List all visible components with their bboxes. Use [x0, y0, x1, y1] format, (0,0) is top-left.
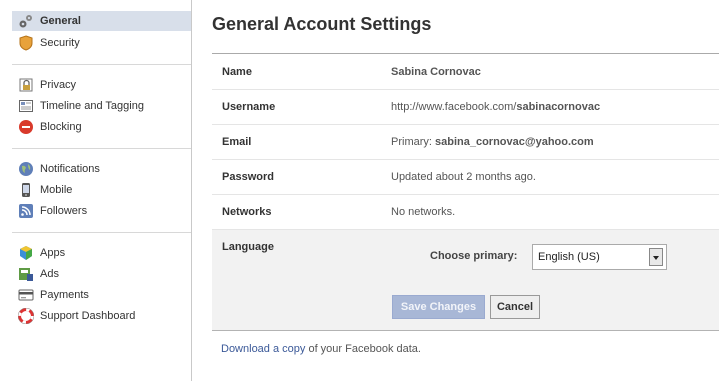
sidebar-item-label: Ads: [40, 268, 59, 280]
row-label: Password: [222, 171, 274, 183]
phone-icon: [18, 182, 34, 198]
sidebar-item-security[interactable]: Security: [12, 33, 191, 53]
choose-primary-label: Choose primary:: [430, 250, 518, 262]
sidebar-item-label: Apps: [40, 247, 66, 259]
row-value: Updated about 2 months ago.: [391, 171, 536, 183]
row-value: No networks.: [391, 206, 456, 218]
timeline-icon: [18, 98, 34, 114]
chevron-down-icon[interactable]: [649, 248, 663, 266]
gears-icon: [18, 13, 34, 29]
language-selected-value: English (US): [538, 251, 600, 263]
sidebar-item-apps[interactable]: Apps: [12, 243, 191, 263]
settings-sidebar: General Security Privacy Timeline and Ta…: [0, 0, 192, 381]
sidebar-item-label: Timeline and Tagging: [40, 100, 144, 112]
ads-icon: [18, 266, 34, 282]
row-label: Name: [222, 66, 252, 78]
sidebar-divider: [12, 148, 191, 149]
settings-row-name[interactable]: Name Sabina Cornovac: [212, 54, 719, 90]
cancel-button[interactable]: Cancel: [490, 295, 540, 319]
row-value: Sabina Cornovac: [391, 66, 481, 78]
row-label: Email: [222, 136, 252, 148]
sidebar-item-support-dashboard[interactable]: Support Dashboard: [12, 306, 191, 326]
sidebar-item-label: Blocking: [40, 121, 82, 133]
settings-row-username[interactable]: Username http://www.facebook.com/sabinac…: [212, 89, 719, 125]
rss-icon: [18, 203, 34, 219]
sidebar-item-label: General: [40, 15, 81, 27]
settings-row-email[interactable]: Email Primary: sabina_cornovac@yahoo.com: [212, 124, 719, 160]
row-value: http://www.facebook.com/sabinacornovac: [391, 101, 601, 113]
sidebar-item-label: Mobile: [40, 184, 73, 196]
sidebar-item-general[interactable]: General: [12, 11, 191, 31]
row-label: Networks: [222, 206, 272, 218]
row-label: Username: [222, 101, 276, 113]
sidebar-item-ads[interactable]: Ads: [12, 264, 191, 284]
apps-cube-icon: [18, 245, 34, 261]
sidebar-item-label: Support Dashboard: [40, 310, 136, 322]
sidebar-item-label: Notifications: [40, 163, 100, 175]
save-changes-button[interactable]: Save Changes: [392, 295, 485, 319]
sidebar-item-label: Security: [40, 37, 80, 49]
row-label: Language: [222, 241, 274, 253]
card-icon: [18, 287, 34, 303]
sidebar-item-label: Privacy: [40, 79, 77, 91]
row-value: Primary: sabina_cornovac@yahoo.com: [391, 136, 594, 148]
settings-row-password[interactable]: Password Updated about 2 months ago.: [212, 159, 719, 195]
sidebar-item-blocking[interactable]: Blocking: [12, 117, 191, 137]
download-copy-text: Download a copy of your Facebook data.: [221, 343, 421, 355]
download-copy-link[interactable]: Download a copy: [221, 343, 305, 355]
block-icon: [18, 119, 34, 135]
sidebar-item-label: Followers: [40, 205, 88, 217]
language-section: Language Choose primary: English (US) Sa…: [212, 229, 719, 331]
sidebar-item-privacy[interactable]: Privacy: [12, 75, 191, 95]
sidebar-divider: [12, 64, 191, 65]
sidebar-divider: [12, 232, 191, 233]
sidebar-item-label: Payments: [40, 289, 89, 301]
sidebar-item-mobile[interactable]: Mobile: [12, 180, 191, 200]
shield-icon: [18, 35, 34, 51]
sidebar-item-notifications[interactable]: Notifications: [12, 159, 191, 179]
lock-icon: [18, 77, 34, 93]
sidebar-item-followers[interactable]: Followers: [12, 201, 191, 221]
language-select[interactable]: English (US): [532, 244, 667, 270]
settings-row-networks[interactable]: Networks No networks.: [212, 194, 719, 230]
page-title: General Account Settings: [212, 14, 432, 34]
sidebar-item-timeline[interactable]: Timeline and Tagging: [12, 96, 191, 116]
lifebuoy-icon: [18, 308, 34, 324]
sidebar-item-payments[interactable]: Payments: [12, 285, 191, 305]
globe-icon: [18, 161, 34, 177]
